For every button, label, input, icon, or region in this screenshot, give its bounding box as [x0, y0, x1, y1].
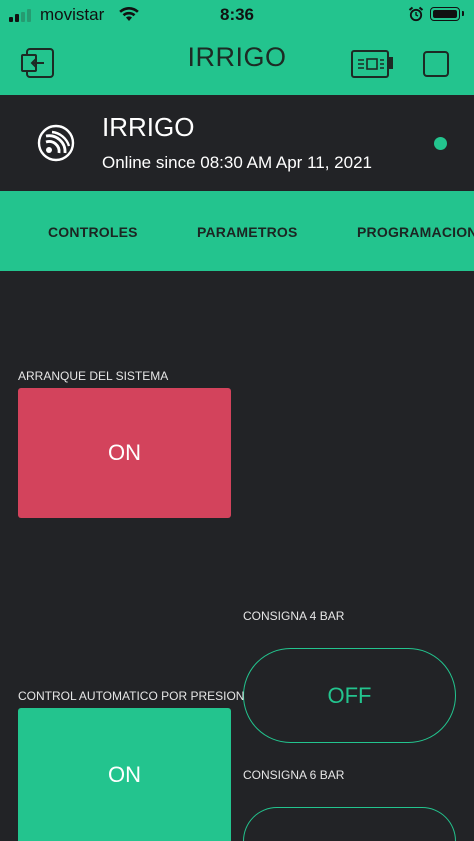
system-start-button[interactable]: ON: [18, 388, 231, 518]
setpoint-4bar-value: OFF: [327, 682, 372, 708]
square-icon[interactable]: [422, 50, 450, 78]
setpoint-6bar-button[interactable]: [243, 807, 456, 841]
device-status: Online since 08:30 AM Apr 11, 2021: [102, 153, 372, 172]
tab-parametros[interactable]: PARAMETROS: [197, 224, 298, 240]
tab-programacion[interactable]: PROGRAMACION: [357, 224, 474, 240]
device-name: IRRIGO: [102, 112, 195, 142]
setpoint-4bar-button[interactable]: OFF: [243, 648, 456, 743]
system-start-label: ARRANQUE DEL SISTEMA: [18, 369, 169, 383]
auto-pressure-label: CONTROL AUTOMATICO POR PRESION: [18, 689, 245, 703]
device-board-icon[interactable]: [350, 49, 394, 79]
app-title: IRRIGO: [187, 42, 287, 72]
setpoint-6bar-label: CONSIGNA 6 BAR: [243, 768, 345, 782]
status-time: 8:36: [219, 5, 255, 24]
espressif-logo-icon: [37, 124, 75, 162]
alarm-icon: [408, 6, 424, 22]
status-bar: movistar 8:36: [0, 0, 474, 30]
online-indicator: [434, 137, 447, 150]
navigation-bar: IRRIGO: [0, 30, 474, 95]
battery-icon: [430, 7, 464, 21]
auto-pressure-value: ON: [108, 761, 141, 787]
tab-controles[interactable]: CONTROLES: [48, 224, 138, 240]
auto-pressure-button[interactable]: ON: [18, 708, 231, 841]
setpoint-4bar-label: CONSIGNA 4 BAR: [243, 609, 345, 623]
system-start-value: ON: [108, 440, 141, 465]
